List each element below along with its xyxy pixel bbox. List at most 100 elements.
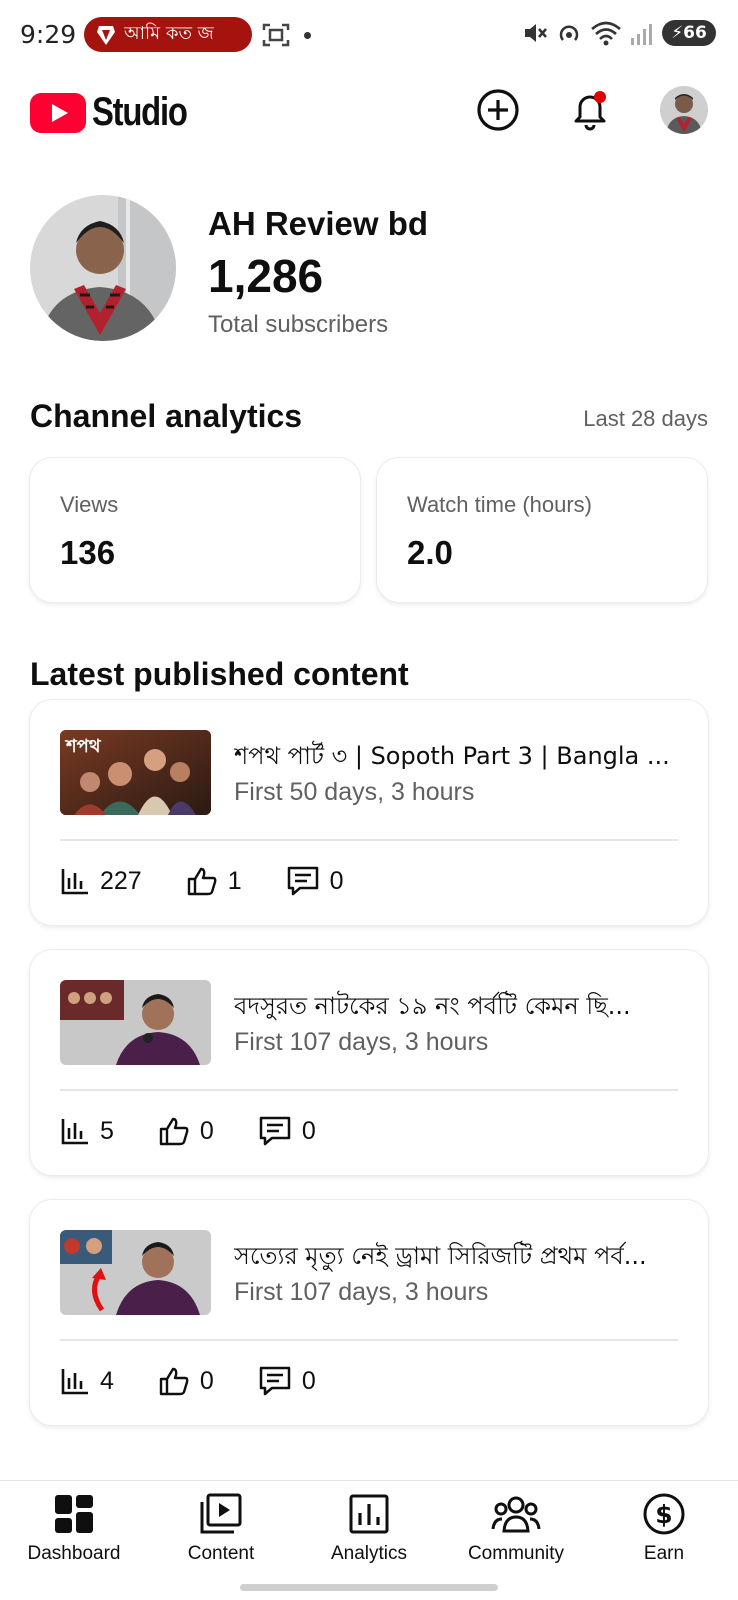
comment-icon [259,1116,291,1146]
logo-text: Studio [92,90,188,134]
thumbnail-image: শপথ [60,730,211,815]
video-thumbnail[interactable] [60,1230,211,1315]
home-indicator[interactable] [240,1584,498,1591]
analytics-section-title: Channel analytics [30,398,303,434]
bottom-navigation: Dashboard Content Analytics Community $ … [0,1480,738,1600]
watch-time-card[interactable]: Watch time (hours) 2.0 [377,458,707,602]
bar-chart-icon [61,1119,88,1145]
video-metrics: 4 0 0 [60,1364,360,1398]
comments-metric: 0 [258,1115,316,1147]
channel-header: AH Review bd 1,286 Total subscribers [30,195,710,345]
nav-earn[interactable]: $ Earn [594,1491,734,1565]
content-icon [200,1493,242,1534]
comments-count: 0 [301,1116,316,1145]
likes-count: 0 [199,1366,214,1395]
notification-text: আমি কত জ [124,23,214,44]
views-count: 5 [100,1116,114,1145]
nav-dashboard[interactable]: Dashboard [4,1491,144,1565]
earn-icon: $ [643,1493,685,1535]
card-divider [60,1339,678,1341]
status-bar: 9:29 আমি কত জ ⚡ 66 [0,0,738,70]
bar-chart-icon [61,1369,88,1395]
wifi-icon [591,21,621,46]
top-app-bar: Studio [0,80,738,144]
bell-icon [574,91,606,131]
comments-metric: 0 [286,865,344,897]
channel-name: AH Review bd [208,205,429,242]
hotspot-icon [559,25,579,41]
nav-content[interactable]: Content [151,1491,291,1565]
battery-indicator: ⚡ 66 [662,20,716,46]
channel-avatar[interactable] [30,195,176,341]
views-metric: 5 [60,1116,114,1146]
nav-label: Content [187,1543,255,1564]
video-card[interactable]: বদসুরত নাটকের ১৯ নং পর্বটি কেমন ছি... Fi… [30,950,708,1175]
views-card[interactable]: Views 136 [30,458,360,602]
svg-text:শপথ: শপথ [64,736,102,757]
notification-pill[interactable]: আমি কত জ [84,17,252,52]
brave-icon [97,25,115,45]
bar-chart-icon [61,869,88,895]
nav-label: Earn [643,1543,685,1564]
thumbnail-image [60,1230,211,1315]
views-count: 4 [100,1366,114,1395]
likes-metric: 0 [158,1366,214,1396]
video-title: শপথ পার্ট ৩ | Sopoth Part 3 | Bangla ... [234,742,670,770]
create-button[interactable] [474,86,522,134]
watch-time-label: Watch time (hours) [407,492,593,517]
battery-level: 66 [683,23,707,43]
video-title: বদসুরত নাটকের ১৯ নং পর্বটি কেমন ছি... [234,992,631,1020]
channel-avatar-image [30,195,176,341]
account-avatar[interactable] [660,86,708,134]
video-card[interactable]: সত্যের মৃত্যু নেই ড্রামা সিরিজটি প্রথম প… [30,1200,708,1425]
status-icons: ⚡ 66 [522,20,716,46]
community-icon [491,1496,541,1533]
video-metrics: 227 1 0 [60,864,388,898]
dashboard-icon [55,1495,93,1533]
watch-time-value: 2.0 [407,534,453,571]
comment-icon [259,1366,291,1396]
subscriber-label: Total subscribers [208,311,389,338]
nav-label: Analytics [330,1543,408,1564]
analytics-range: Last 28 days [583,406,708,431]
more-notifications-dot [304,32,311,39]
video-period: First 107 days, 3 hours [234,1278,489,1306]
nav-label: Dashboard [27,1543,121,1564]
analytics-icon [349,1494,389,1534]
likes-count: 1 [227,866,242,895]
card-divider [60,1089,678,1091]
views-count: 227 [100,866,142,895]
screenshot-icon [262,23,290,47]
video-metrics: 5 0 0 [60,1114,360,1148]
views-metric: 227 [60,866,142,896]
likes-metric: 1 [186,866,242,896]
thumbs-up-icon [187,867,217,896]
video-title: সত্যের মৃত্যু নেই ড্রামা সিরিজটি প্রথম প… [234,1242,647,1270]
mute-icon [525,24,547,42]
subscriber-count: 1,286 [208,250,324,302]
likes-metric: 0 [158,1116,214,1146]
card-divider [60,839,678,841]
comment-icon [287,866,318,896]
video-thumbnail[interactable] [60,980,211,1065]
thumbs-up-icon [159,1367,189,1396]
thumbs-up-icon [159,1117,189,1146]
views-label: Views [60,492,119,517]
video-period: First 107 days, 3 hours [234,1028,489,1056]
video-thumbnail[interactable]: শপথ [60,730,211,815]
avatar-image [660,86,708,134]
comments-metric: 0 [258,1365,316,1397]
svg-text:$: $ [655,1500,672,1529]
nav-analytics[interactable]: Analytics [299,1491,439,1565]
status-time: 9:29 [20,20,77,49]
views-value: 136 [60,534,116,571]
thumbnail-image [60,980,211,1065]
youtube-studio-logo: Studio [30,90,207,135]
video-card[interactable]: শপথ শপথ পার্ট ৩ | Sopoth Part 3 | Bangla… [30,700,708,925]
add-circle-icon [477,89,519,131]
views-metric: 4 [60,1366,114,1396]
nav-community[interactable]: Community [446,1491,586,1565]
comments-count: 0 [329,866,344,895]
notifications-button[interactable] [566,86,614,134]
video-period: First 50 days, 3 hours [234,778,475,806]
